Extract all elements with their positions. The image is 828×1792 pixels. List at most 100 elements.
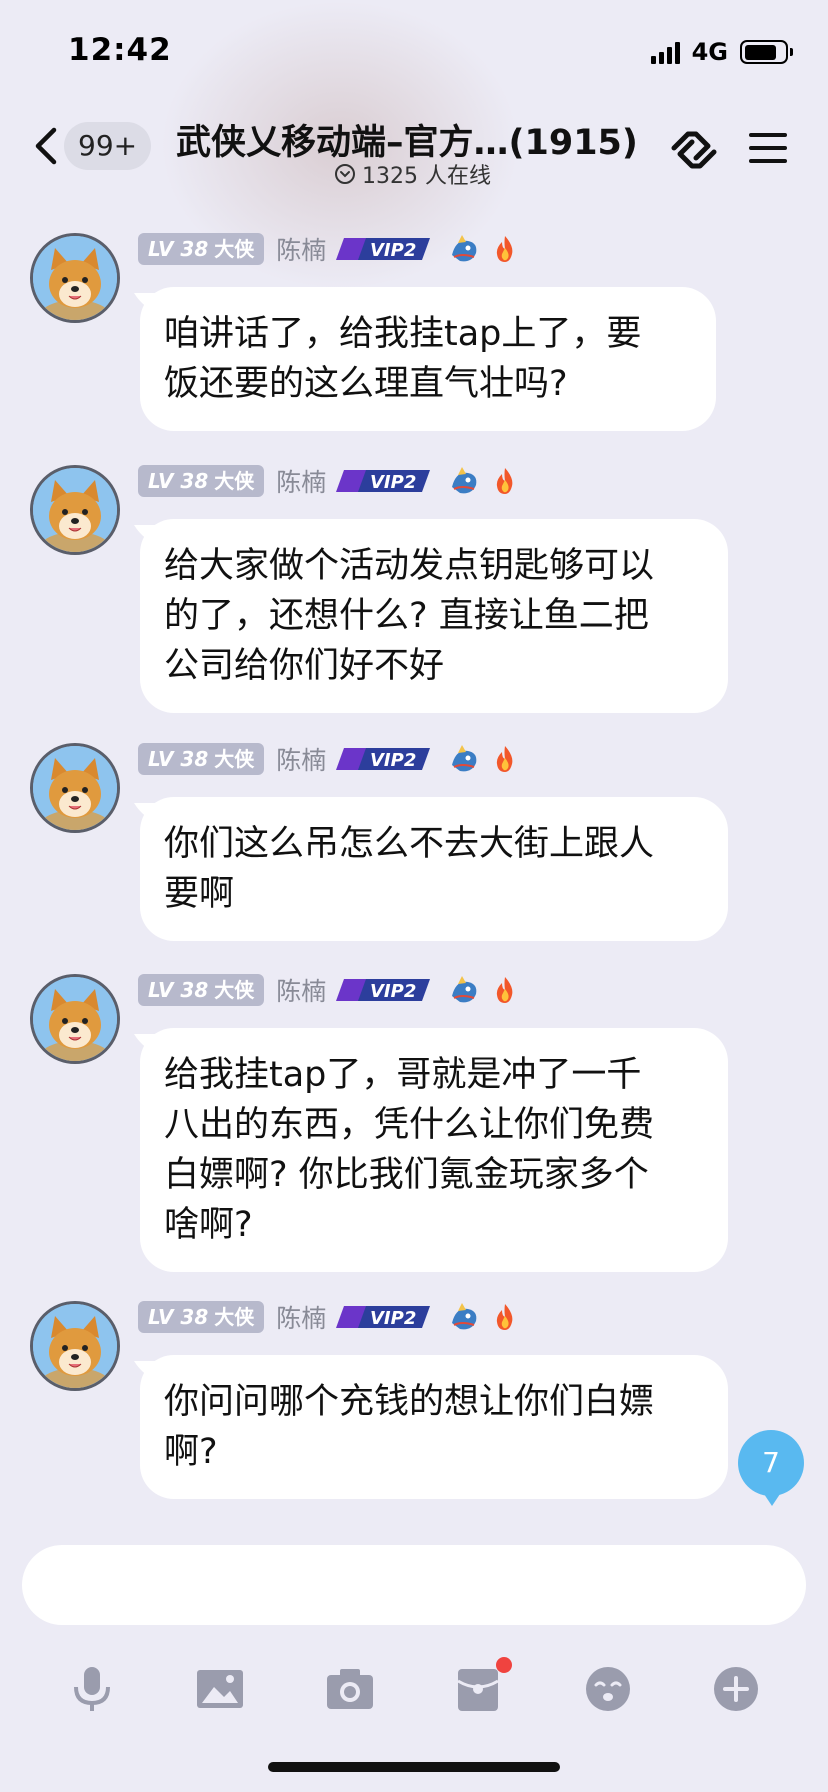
avatar[interactable] [30,233,120,323]
message-bubble[interactable]: 你们这么吊怎么不去大街上跟人 要啊 [140,797,728,941]
level-badge: LV 38 大侠 [138,1301,265,1333]
level-text: LV 38 [148,237,209,261]
dragon-badge-icon [452,976,477,1003]
svg-text:VIP2: VIP2 [370,750,416,771]
status-indicators: 4G [650,38,793,66]
fire-icon [497,746,513,772]
message-line: 的了，还想什么? 直接让鱼二把 [164,596,649,636]
message-line: 咱讲话了，给我挂tap上了，要 [164,314,642,354]
fire-icon [497,468,513,494]
avatar[interactable] [30,1301,120,1391]
menu-icon[interactable] [748,130,788,166]
message-line: 啥啊? [164,1205,253,1245]
svg-text:VIP2: VIP2 [370,1308,416,1329]
red-packet-icon[interactable] [452,1663,504,1715]
message-line: 给大家做个活动发点钥匙够可以 [164,546,655,586]
avatar[interactable] [30,974,120,1064]
status-bar: 12:42 4G [0,0,828,100]
rank-text: 大侠 [214,747,255,771]
vip-badge-icon: VIP2 [336,470,431,493]
message-line: 饭还要的这么理直气壮吗? [164,364,568,404]
signal-icon [650,40,680,64]
message-line: 你们这么吊怎么不去大街上跟人 [164,824,655,864]
dragon-badge-icon [452,467,477,494]
microphone-icon[interactable] [66,1663,118,1715]
vip-badge-icon: VIP2 [336,979,431,1002]
vip-badge-icon: VIP2 [336,1306,431,1329]
sender-meta: LV 38 大侠 陈楠 VIP2 [138,232,518,266]
back-icon[interactable] [28,122,68,170]
rank-text: 大侠 [214,469,255,493]
level-badge: LV 38 大侠 [138,233,265,265]
link-icon[interactable] [668,124,720,176]
sender-meta: LV 38 大侠 陈楠 VIP2 [138,1300,518,1334]
level-badge: LV 38 大侠 [138,974,265,1006]
chevron-circle-icon [335,164,355,184]
dragon-badge-icon [452,745,477,772]
message-line: 要啊 [164,874,235,914]
fire-icon [497,236,513,262]
message-line: 你问问哪个充钱的想让你们白嫖 [164,1382,655,1422]
level-badge: LV 38 大侠 [138,465,265,497]
dragon-badge-icon [452,235,477,262]
network-type: 4G [691,38,728,66]
sender-meta: LV 38 大侠 陈楠 VIP2 [138,464,518,498]
notification-dot [496,1657,512,1673]
fire-icon [497,1304,513,1330]
home-indicator [268,1762,560,1772]
level-text: LV 38 [148,747,209,771]
emoji-icon[interactable] [582,1663,634,1715]
rank-text: 大侠 [214,237,255,261]
input-toolbar [0,1645,828,1745]
message-bubble[interactable]: 你问问哪个充钱的想让你们白嫖 啊? [140,1355,728,1499]
avatar[interactable] [30,743,120,833]
shiba-dog-avatar-icon [33,468,117,552]
online-count[interactable]: 1325 人在线 [334,158,491,190]
level-text: LV 38 [148,469,209,493]
sender-meta: LV 38 大侠 陈楠 VIP2 [138,973,518,1007]
message-line: 啊? [164,1432,218,1472]
sender-name[interactable]: 陈楠 [276,972,326,1008]
camera-icon[interactable] [324,1663,376,1715]
level-badge: LV 38 大侠 [138,743,265,775]
chat-header: 99+ 武侠乂移动端–官方…(1915) 1325 人在线 [0,0,828,290]
message-bubble[interactable]: 咱讲话了，给我挂tap上了，要 饭还要的这么理直气壮吗? [140,287,716,431]
shiba-dog-avatar-icon [33,236,117,320]
shiba-dog-avatar-icon [33,977,117,1061]
sender-name[interactable]: 陈楠 [276,463,326,499]
message-bubble[interactable]: 给我挂tap了，哥就是冲了一千 八出的东西，凭什么让你们免费 白嫖啊? 你比我们氪金… [140,1028,728,1272]
svg-text:VIP2: VIP2 [370,240,416,261]
vip-badge-icon: VIP2 [336,748,431,771]
rank-text: 大侠 [214,978,255,1002]
message-input[interactable] [22,1545,806,1625]
unread-count-badge[interactable]: 99+ [64,122,152,170]
rank-text: 大侠 [214,1305,255,1329]
avatar[interactable] [30,465,120,555]
status-time: 12:42 [68,32,172,68]
fire-icon [497,977,513,1003]
message-line: 白嫖啊? 你比我们氪金玩家多个 [164,1155,649,1195]
message-list[interactable]: LV 38 大侠 陈楠 VIP2 咱讲话了，给我挂tap上了，要 饭还要的这么理… [0,195,828,1525]
message-bubble[interactable]: 给大家做个活动发点钥匙够可以 的了，还想什么? 直接让鱼二把 公司给你们好不好 [140,519,728,713]
vip-badge-icon: VIP2 [336,238,431,261]
sender-name[interactable]: 陈楠 [276,231,326,267]
level-text: LV 38 [148,978,209,1002]
dragon-badge-icon [452,1303,477,1330]
new-messages-badge[interactable]: 7 [738,1430,804,1506]
image-icon[interactable] [194,1663,246,1715]
message-line: 八出的东西，凭什么让你们免费 [164,1105,655,1145]
input-area [0,1525,828,1792]
sender-name[interactable]: 陈楠 [276,1299,326,1335]
level-text: LV 38 [148,1305,209,1329]
shiba-dog-avatar-icon [33,746,117,830]
message-line: 给我挂tap了，哥就是冲了一千 [164,1055,642,1095]
svg-text:VIP2: VIP2 [370,981,416,1002]
battery-icon [740,40,793,64]
sender-name[interactable]: 陈楠 [276,741,326,777]
shiba-dog-avatar-icon [33,1304,117,1388]
svg-text:VIP2: VIP2 [370,472,416,493]
message-line: 公司给你们好不好 [164,646,445,686]
online-count-label: 1325 人在线 [362,164,491,189]
plus-icon[interactable] [710,1663,762,1715]
sender-meta: LV 38 大侠 陈楠 VIP2 [138,742,518,776]
